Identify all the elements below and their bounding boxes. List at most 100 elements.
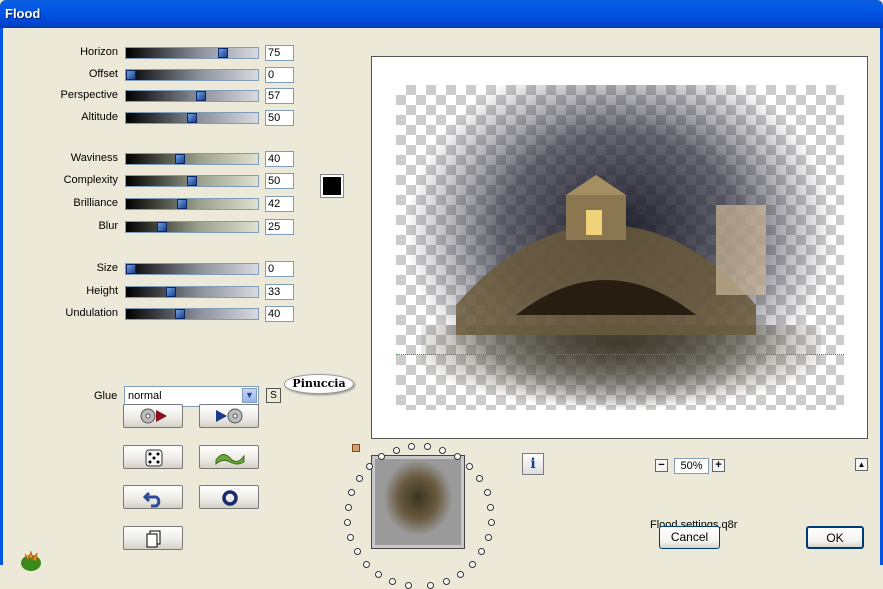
complexity-value-field[interactable]: 50	[265, 173, 294, 189]
navigator-ring-dot[interactable]	[365, 462, 373, 470]
navigator-ring-dot[interactable]	[487, 519, 495, 527]
slider-thumb[interactable]	[126, 70, 136, 80]
slider-thumb[interactable]	[177, 199, 188, 209]
bridge-image	[456, 175, 766, 335]
collapse-up-icon[interactable]: ▲	[855, 458, 868, 471]
preview-panel[interactable]	[371, 56, 868, 439]
altitude-value-field[interactable]: 50	[265, 110, 294, 126]
horizon-value-field[interactable]: 75	[265, 45, 294, 61]
dialog-body: Horizon 75 Offset 0 Perspective 57 Altit…	[3, 28, 880, 589]
blur-value-field[interactable]: 25	[265, 219, 294, 235]
navigator-ring-dot[interactable]	[487, 503, 495, 511]
glue-label: Glue	[94, 390, 118, 402]
s-button[interactable]: S	[266, 388, 281, 403]
window-title: Flood	[5, 6, 41, 21]
slider-thumb[interactable]	[217, 48, 228, 58]
ok-button[interactable]: OK	[806, 526, 864, 549]
perspective-value-field[interactable]: 57	[265, 88, 294, 104]
copy-button[interactable]	[123, 526, 183, 550]
slider-label: Complexity	[63, 174, 118, 186]
navigator-ring-dot[interactable]	[476, 474, 484, 482]
navigator-ring-dot[interactable]	[344, 503, 352, 511]
navigator-ring-dot[interactable]	[483, 488, 491, 496]
slider-thumb[interactable]	[126, 264, 136, 274]
disc-play-icon	[140, 408, 167, 424]
navigator-ring-dot[interactable]	[468, 560, 476, 568]
size-slider[interactable]	[125, 263, 259, 275]
navigator-ring-dot[interactable]	[363, 560, 371, 568]
navigator-ring-dot[interactable]	[439, 446, 447, 454]
slider-thumb[interactable]	[174, 154, 185, 164]
zoom-out-button[interactable]: −	[655, 459, 668, 472]
waviness-value-field[interactable]: 40	[265, 151, 294, 167]
height-slider[interactable]	[125, 286, 259, 298]
navigator-ring-dot[interactable]	[347, 534, 355, 542]
slider-thumb[interactable]	[195, 91, 206, 101]
cancel-button[interactable]: Cancel	[659, 526, 720, 549]
slider-label: Undulation	[65, 307, 118, 319]
slider-label: Brilliance	[73, 197, 118, 209]
thumbnail-image	[375, 459, 461, 545]
navigator-ring-dot[interactable]	[408, 443, 416, 451]
app-logo-icon	[21, 550, 41, 571]
play-disc-icon	[216, 408, 243, 424]
navigator-thumbnail[interactable]	[371, 455, 465, 549]
navigator-ring-dot[interactable]	[344, 519, 352, 527]
offset-slider[interactable]	[125, 69, 259, 81]
altitude-slider[interactable]	[125, 112, 259, 124]
offset-value-field[interactable]: 0	[265, 67, 294, 83]
zoom-in-button[interactable]: +	[712, 459, 725, 472]
preview-water	[421, 325, 821, 410]
slider-thumb[interactable]	[166, 287, 177, 297]
navigator-ring-dot[interactable]	[355, 474, 363, 482]
preview-canvas[interactable]	[396, 85, 844, 410]
slider-thumb[interactable]	[187, 176, 197, 186]
flood-color-swatch[interactable]	[320, 174, 344, 198]
complexity-slider[interactable]	[125, 175, 259, 187]
load-preset-button[interactable]	[123, 404, 183, 428]
navigator-pointer[interactable]	[352, 444, 360, 452]
navigator-ring-dot[interactable]	[375, 570, 383, 578]
horizon-line[interactable]	[396, 354, 844, 355]
reset-button[interactable]	[199, 485, 259, 509]
undo-button[interactable]	[123, 485, 183, 509]
slider-thumb[interactable]	[187, 113, 197, 123]
horizon-slider[interactable]	[125, 47, 259, 59]
perspective-slider[interactable]	[125, 90, 259, 102]
slider-label: Size	[96, 262, 118, 274]
slider-thumb[interactable]	[156, 222, 167, 232]
navigator-ring-dot[interactable]	[484, 534, 492, 542]
brilliance-slider[interactable]	[125, 198, 259, 210]
random-button[interactable]	[123, 445, 183, 469]
save-preset-button[interactable]	[199, 404, 259, 428]
navigator-ring-dot[interactable]	[423, 443, 431, 451]
height-value-field[interactable]: 33	[265, 284, 294, 300]
navigator-ring-dot[interactable]	[392, 446, 400, 454]
navigator-ring-dot[interactable]	[389, 578, 397, 586]
navigator-ring-dot[interactable]	[442, 578, 450, 586]
navigator-ring-dot[interactable]	[478, 548, 486, 556]
navigator-ring-dot[interactable]	[427, 582, 435, 589]
zoom-level-field[interactable]: 50%	[674, 458, 709, 474]
undulation-slider[interactable]	[125, 308, 259, 320]
brilliance-value-field[interactable]: 42	[265, 196, 294, 212]
badge-text: Pinuccia	[292, 377, 346, 390]
navigator-ring-dot[interactable]	[353, 548, 361, 556]
info-icon[interactable]: i	[522, 453, 544, 475]
wave-icon	[215, 454, 245, 466]
slider-label: Horizon	[80, 46, 118, 58]
slider-thumb[interactable]	[174, 309, 185, 319]
chevron-down-icon[interactable]: ▼	[242, 388, 257, 403]
slider-label: Height	[86, 285, 118, 297]
navigator-ring-dot[interactable]	[466, 462, 474, 470]
navigator-ring-dot[interactable]	[456, 570, 464, 578]
slider-label: Perspective	[60, 89, 118, 101]
wave-button[interactable]	[199, 445, 259, 469]
blur-slider[interactable]	[125, 221, 259, 233]
navigator-ring-dot[interactable]	[348, 488, 356, 496]
waviness-slider[interactable]	[125, 153, 259, 165]
undulation-value-field[interactable]: 40	[265, 306, 294, 322]
navigator-ring-dot[interactable]	[404, 582, 412, 589]
size-value-field[interactable]: 0	[265, 261, 294, 277]
glue-selected-value: normal	[128, 390, 162, 402]
